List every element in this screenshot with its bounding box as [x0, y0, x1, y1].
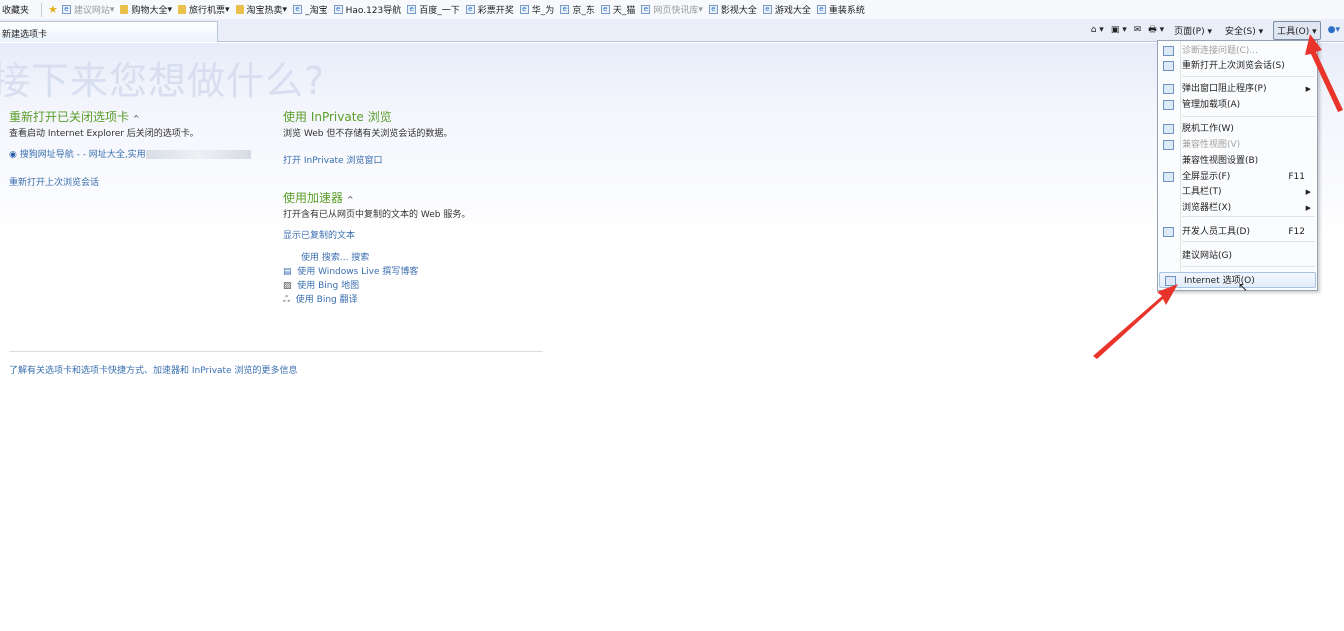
red-arrow-to-tools	[1305, 34, 1343, 112]
red-arrow-to-internet-options	[1093, 284, 1178, 359]
annotation-arrows	[1093, 34, 1343, 359]
